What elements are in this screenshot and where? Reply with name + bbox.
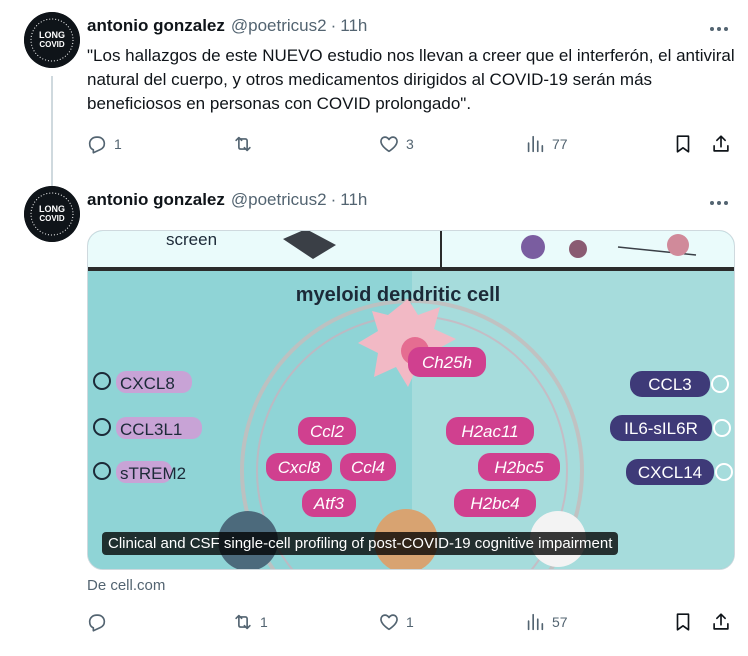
avatar-line1: LONG — [39, 30, 65, 40]
gene-pill: Atf3 — [313, 494, 345, 513]
figure-top-label: screen — [166, 231, 217, 249]
separator-dot: · — [330, 16, 337, 35]
views-button[interactable]: 77 — [524, 130, 568, 158]
tweet-2[interactable]: LONG COVID antonio gonzalez @poetricus2 … — [0, 176, 748, 656]
avatar-line2: COVID — [39, 40, 65, 49]
gene-pill: H2bc4 — [470, 494, 519, 513]
bookmark-button[interactable] — [672, 130, 694, 158]
heart-icon — [378, 133, 400, 155]
retweet-button[interactable] — [232, 130, 260, 158]
avatar[interactable]: LONG COVID — [24, 12, 80, 68]
heart-icon — [378, 611, 400, 633]
avatar-line2: COVID — [39, 214, 65, 223]
gene-pill: Ccl4 — [351, 458, 385, 477]
views-icon — [524, 611, 546, 633]
separator-dot: · — [330, 190, 337, 209]
views-count: 77 — [552, 136, 568, 152]
tweet-header: antonio gonzalez @poetricus2 · 11h — [87, 16, 367, 36]
media-card[interactable]: screen myeloid dendritic cell Ch25h CXCL… — [87, 230, 735, 570]
retweet-icon — [232, 133, 254, 155]
retweet-count: 1 — [260, 614, 268, 630]
views-button[interactable]: 57 — [524, 608, 568, 636]
tweet-actions: 1 3 77 — [84, 130, 736, 158]
left-receptor: CCL3L1 — [120, 420, 182, 439]
share-icon — [710, 611, 732, 633]
tweet-1[interactable]: LONG COVID antonio gonzalez @poetricus2 … — [0, 0, 748, 176]
author-name[interactable]: antonio gonzalez — [87, 190, 225, 210]
tweet-text: "Los hallazgos de este NUEVO estudio nos… — [87, 46, 735, 113]
reply-count: 1 — [114, 136, 122, 152]
share-icon — [710, 133, 732, 155]
gene-pill: H2ac11 — [461, 422, 518, 441]
like-button[interactable]: 3 — [378, 130, 414, 158]
share-button[interactable] — [710, 130, 732, 158]
avatar-line1: LONG — [39, 204, 65, 214]
right-receptor: IL6-sIL6R — [624, 419, 698, 438]
more-options-icon[interactable] — [708, 18, 730, 40]
left-receptor: CXCL8 — [120, 374, 175, 393]
left-receptor: sTREM2 — [120, 464, 186, 483]
timestamp[interactable]: 11h — [340, 16, 367, 36]
retweet-button[interactable]: 1 — [232, 608, 268, 636]
author-handle[interactable]: @poetricus2 — [231, 190, 327, 210]
tweet-actions: 1 1 57 — [84, 608, 736, 636]
bookmark-button[interactable] — [672, 608, 694, 636]
timestamp[interactable]: 11h — [340, 190, 367, 210]
reply-icon — [86, 611, 108, 633]
gene-pill: Cxcl8 — [278, 458, 321, 477]
reply-button[interactable]: 1 — [86, 130, 122, 158]
reply-button[interactable] — [86, 608, 114, 636]
figure-title: myeloid dendritic cell — [296, 284, 501, 306]
like-count: 3 — [406, 136, 414, 152]
like-button[interactable]: 1 — [378, 608, 414, 636]
gene-pill: H2bc5 — [494, 458, 544, 477]
gene-pill: Ccl2 — [310, 422, 345, 441]
like-count: 1 — [406, 614, 414, 630]
views-count: 57 — [552, 614, 568, 630]
bookmark-icon — [672, 611, 694, 633]
right-receptor: CXCL14 — [638, 463, 702, 482]
figure-image: screen myeloid dendritic cell Ch25h CXCL… — [88, 231, 734, 569]
media-caption: Clinical and CSF single-cell profiling o… — [102, 532, 619, 555]
author-name[interactable]: antonio gonzalez — [87, 16, 225, 36]
reply-icon — [86, 133, 108, 155]
tweet-header: antonio gonzalez @poetricus2 · 11h — [87, 190, 367, 210]
card-source[interactable]: De cell.com — [87, 577, 165, 594]
share-button[interactable] — [710, 608, 732, 636]
author-handle[interactable]: @poetricus2 — [231, 16, 327, 36]
bookmark-icon — [672, 133, 694, 155]
avatar[interactable]: LONG COVID — [24, 186, 80, 242]
gene-center: Ch25h — [422, 353, 472, 372]
more-options-icon[interactable] — [708, 192, 730, 214]
right-receptor: CCL3 — [648, 375, 691, 394]
retweet-icon — [232, 611, 254, 633]
views-icon — [524, 133, 546, 155]
